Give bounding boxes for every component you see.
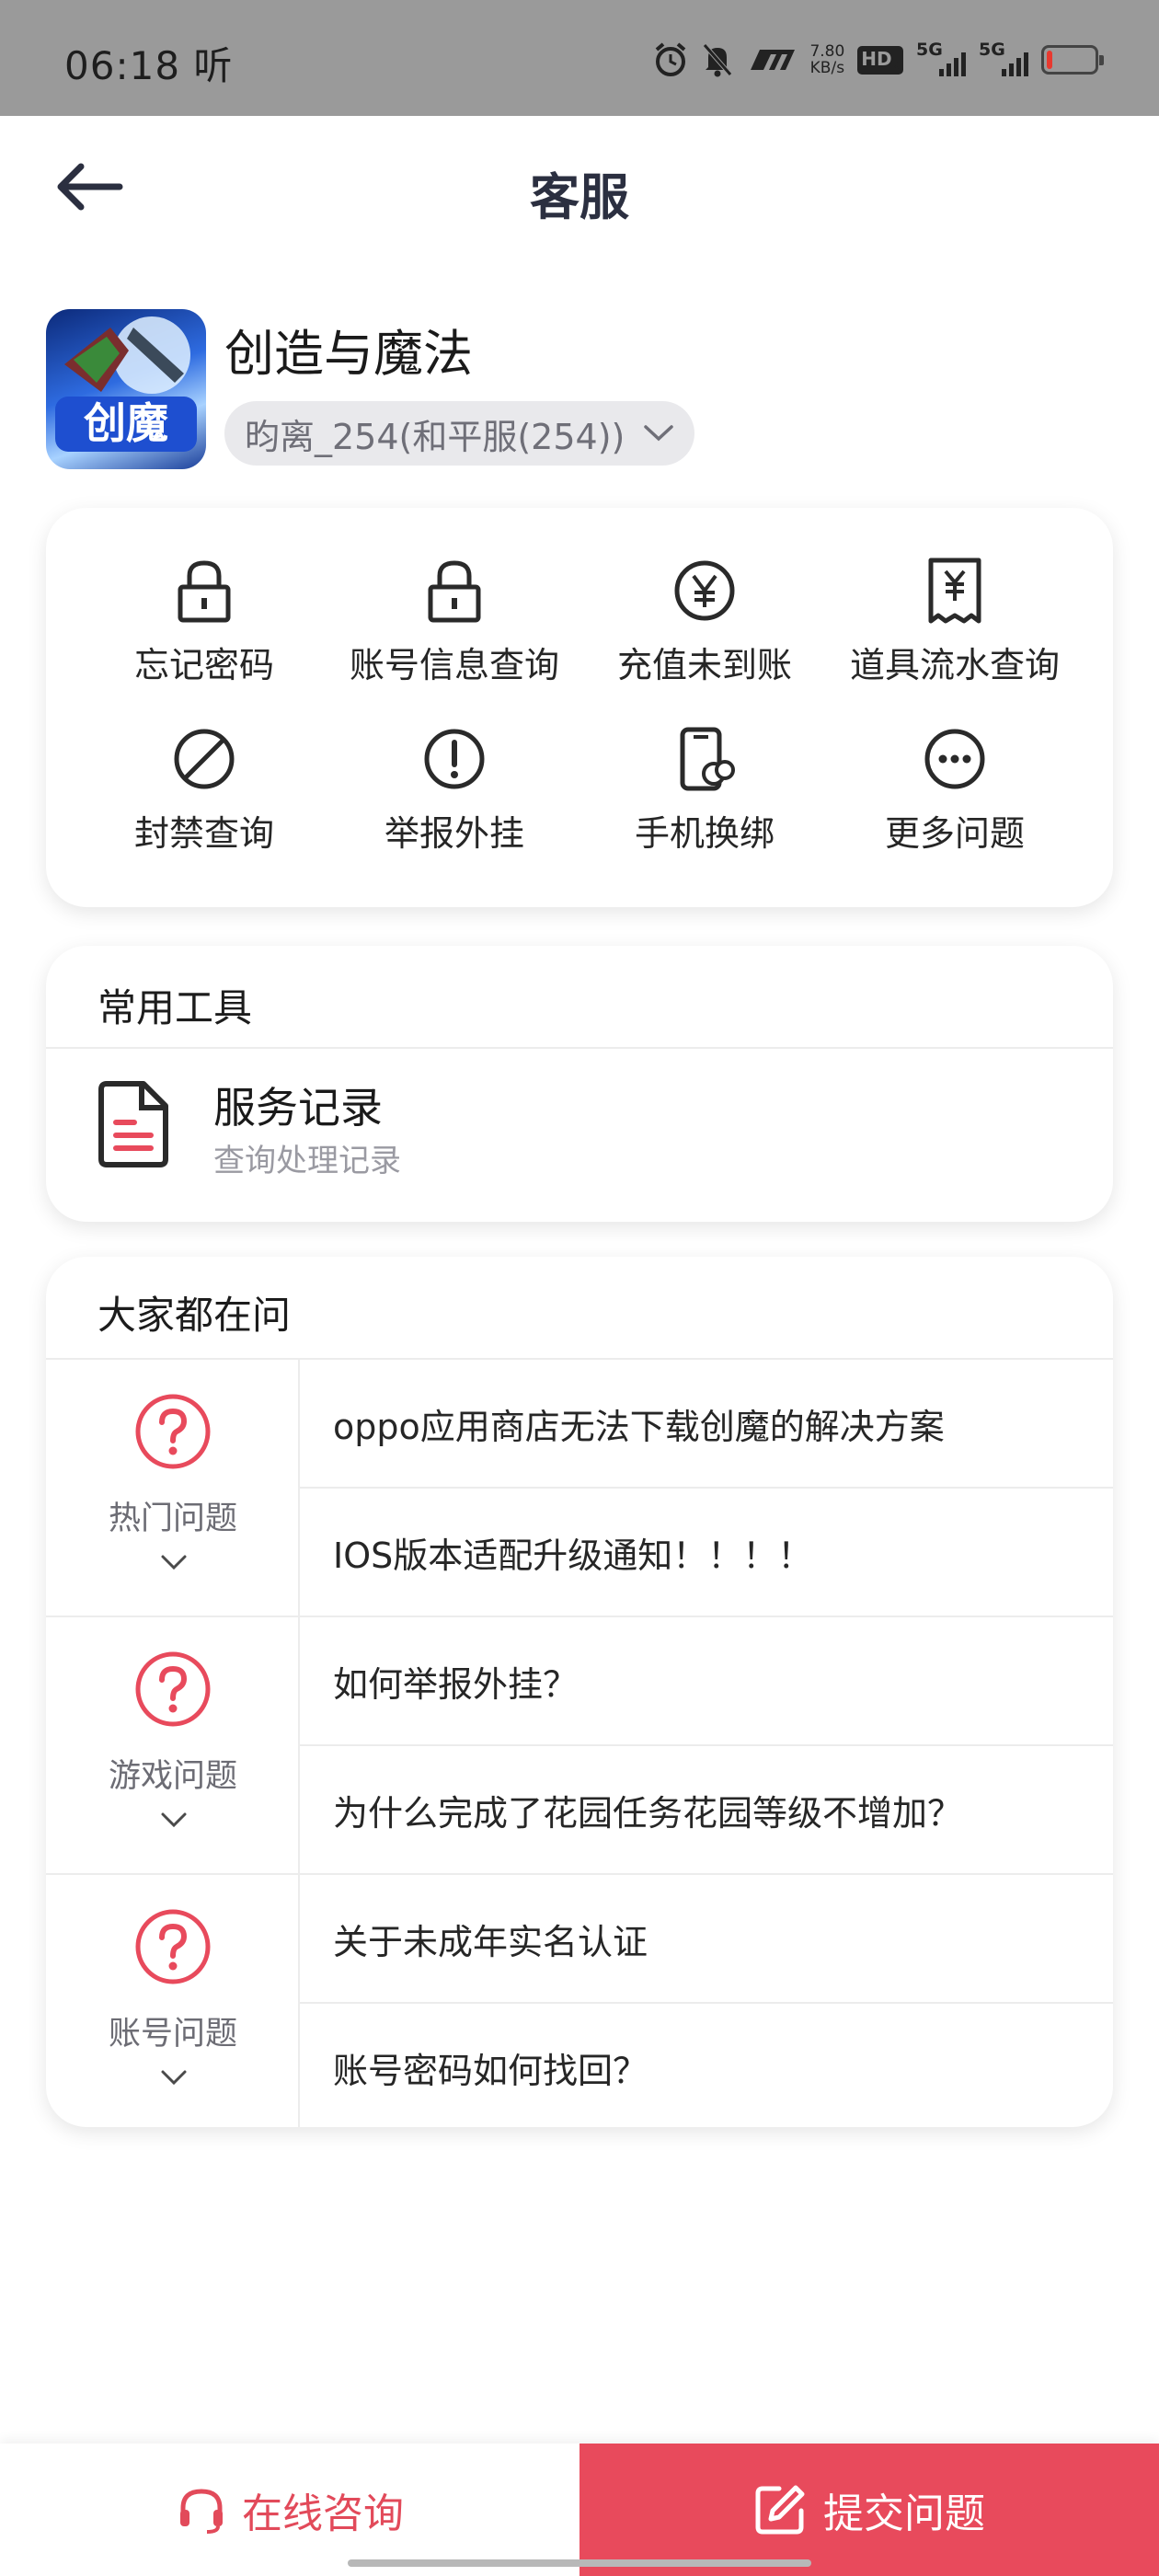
game-logo-art: 创魔 (55, 316, 197, 452)
quick-action-account-info[interactable]: 账号信息查询 (329, 554, 580, 687)
question-circle-icon (135, 1651, 211, 1727)
faq-category-toggle[interactable]: 账号问题 (46, 1875, 300, 2127)
status-carrier-text: 听 (193, 43, 234, 88)
quick-actions-grid: 忘记密码 账号信息查询 充值未到账 道具流水查询 封禁查询 举报外挂 手机换绑 … (46, 554, 1113, 856)
back-button[interactable] (52, 155, 134, 219)
faq-group-game: 游戏问题 如何举报外挂？ 为什么完成了花园任务花园等级不增加？ (46, 1617, 1113, 1873)
mute-bell-icon (703, 43, 733, 77)
status-icons: 7.80 KB/s HD2 5G 5G (653, 39, 1104, 81)
faq-category-label: 热门问题 (108, 1501, 237, 1537)
quick-action-more[interactable]: 更多问题 (830, 722, 1080, 856)
chevron-down-icon (161, 1555, 187, 1570)
faq-group-hot: 热门问题 oppo应用商店无法下载创魔的解决方案 IOS版本适配升级通知！！！！ (46, 1360, 1113, 1616)
quick-action-forgot-password[interactable]: 忘记密码 (79, 554, 329, 687)
lock-icon (428, 560, 481, 623)
chevron-down-icon (161, 2070, 187, 2086)
tools-title: 常用工具 (98, 985, 253, 1030)
faq-category-label: 账号问题 (108, 2016, 237, 2053)
faq-card: 大家都在问 热门问题 oppo应用商店无法下载创魔的解决方案 IOS版本适配升级… (46, 1257, 1113, 2127)
server-select[interactable]: 昀离_254(和平服(254)) (224, 401, 695, 466)
game-name: 创造与魔法 (224, 325, 473, 383)
lock-icon (178, 560, 231, 623)
tools-card: 常用工具 服务记录 查询处理记录 (46, 946, 1113, 1222)
online-consult-label: 在线咨询 (242, 2490, 404, 2537)
server-name: 昀离_254(和平服(254)) (245, 416, 625, 457)
faq-question[interactable]: 为什么完成了花园任务花园等级不增加？ (300, 1746, 1113, 1873)
faq-category-toggle[interactable]: 热门问题 (46, 1360, 300, 1616)
game-logo: 创魔 (46, 309, 206, 469)
faq-question[interactable]: oppo应用商店无法下载创魔的解决方案 (300, 1360, 1113, 1487)
phone-link-icon (680, 727, 735, 791)
headset-icon (180, 2489, 223, 2534)
quick-action-label: 账号信息查询 (349, 645, 559, 685)
online-consult-button[interactable]: 在线咨询 (0, 2444, 580, 2576)
service-record-item[interactable]: 服务记录 查询处理记录 (46, 1049, 1113, 1222)
faq-title: 大家都在问 (98, 1293, 292, 1338)
quick-action-phone-rebind[interactable]: 手机换绑 (580, 722, 830, 856)
quick-action-ban-check[interactable]: 封禁查询 (79, 722, 329, 856)
quick-action-recharge[interactable]: 充值未到账 (580, 554, 830, 687)
more-icon (924, 729, 985, 789)
submit-question-button[interactable]: 提交问题 (580, 2444, 1159, 2576)
faq-question[interactable]: 账号密码如何找回？ (300, 2004, 1113, 2127)
page-title: 客服 (530, 168, 629, 226)
arrow-left-icon (57, 163, 123, 211)
chevron-down-icon (644, 425, 674, 442)
net-speed: 7.80 KB/s (809, 42, 845, 77)
yen-coin-icon (674, 560, 735, 621)
quick-action-report-cheat[interactable]: 举报外挂 (329, 722, 580, 856)
question-circle-icon (135, 1909, 211, 1984)
quick-action-label: 道具流水查询 (849, 645, 1060, 685)
edit-icon (755, 2485, 805, 2535)
receipt-icon (928, 558, 981, 624)
submit-question-label: 提交问题 (823, 2490, 985, 2537)
faq-question[interactable]: IOS版本适配升级通知！！！！ (300, 1489, 1113, 1616)
signal-icon: 5G (916, 40, 966, 78)
chevron-down-icon (161, 1812, 187, 1828)
faq-group-account: 账号问题 关于未成年实名认证 账号密码如何找回？ (46, 1875, 1113, 2127)
document-icon (98, 1081, 168, 1167)
service-record-title: 服务记录 (213, 1083, 383, 1133)
faq-question[interactable]: 如何举报外挂？ (300, 1617, 1113, 1744)
home-indicator[interactable] (348, 2559, 811, 2567)
quick-action-label: 手机换绑 (634, 813, 775, 854)
signal-icon: 5G (979, 40, 1028, 78)
alarm-icon (656, 42, 686, 76)
quick-action-label: 举报外挂 (384, 813, 524, 854)
bottom-action-bar: 在线咨询 提交问题 (0, 2444, 1159, 2576)
alert-icon (424, 729, 485, 789)
question-circle-icon (135, 1394, 211, 1469)
hd-badge: HD2 (857, 45, 903, 75)
faq-category-label: 游戏问题 (108, 1758, 237, 1795)
ban-icon (174, 729, 235, 789)
quick-action-item-log[interactable]: 道具流水查询 (830, 554, 1080, 687)
faq-category-toggle[interactable]: 游戏问题 (46, 1617, 300, 1873)
quick-action-label: 更多问题 (884, 813, 1025, 854)
svg-text:创魔: 创魔 (84, 398, 168, 448)
hyper-network-icon (751, 50, 796, 70)
status-bar: 06:18 听 7.80 KB/s HD2 5G 5G (0, 0, 1159, 116)
status-time: 06:18 听 (64, 43, 234, 88)
service-record-subtitle: 查询处理记录 (213, 1143, 401, 1179)
faq-question[interactable]: 关于未成年实名认证 (300, 1875, 1113, 2002)
quick-actions-card: 忘记密码 账号信息查询 充值未到账 道具流水查询 封禁查询 举报外挂 手机换绑 … (46, 508, 1113, 907)
battery-icon (1041, 45, 1104, 75)
quick-action-label: 忘记密码 (133, 645, 274, 685)
quick-action-label: 充值未到账 (616, 645, 792, 685)
quick-action-label: 封禁查询 (133, 813, 274, 854)
